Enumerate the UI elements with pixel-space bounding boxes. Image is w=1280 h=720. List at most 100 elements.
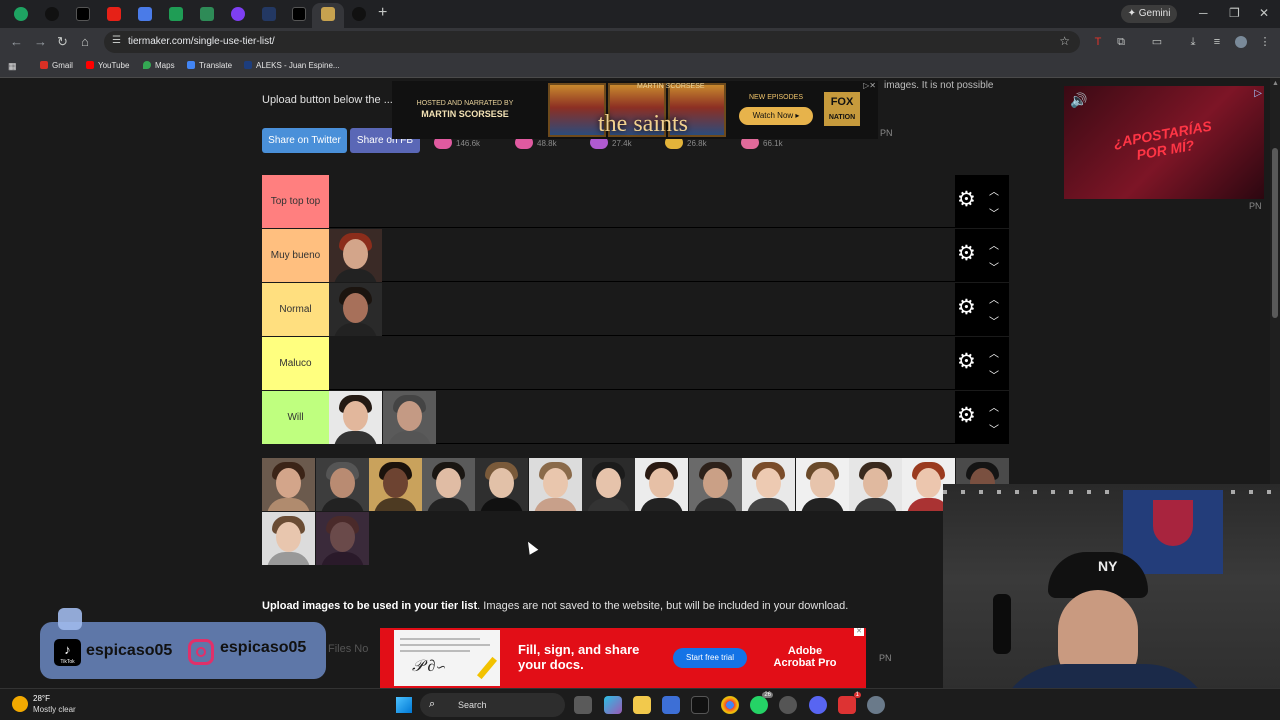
bookmark-translate[interactable]: Translate — [187, 61, 232, 70]
character-thumbnail[interactable] — [796, 458, 849, 511]
reading-list-icon[interactable]: ≡ — [1211, 36, 1223, 48]
unranked-image-pool[interactable] — [262, 458, 1009, 566]
address-bar[interactable]: ☰ tiermaker.com/single-use-tier-list/ ☆ — [104, 31, 1080, 53]
character-thumbnail[interactable] — [316, 512, 369, 565]
bookmark-aleks[interactable]: ALEKS - Juan Espine... — [244, 61, 340, 70]
tier-label[interactable]: Muy bueno — [262, 229, 329, 282]
chevron-up-icon[interactable]: ︿ — [989, 345, 999, 360]
tier-items[interactable] — [329, 337, 955, 390]
chevron-up-icon[interactable]: ︿ — [989, 183, 999, 198]
copilot-icon[interactable] — [604, 696, 622, 714]
character-thumbnail[interactable] — [329, 283, 382, 336]
bookmark-gmail[interactable]: Gmail — [40, 61, 73, 70]
chevron-down-icon[interactable]: ﹀ — [989, 313, 999, 328]
gear-icon[interactable]: ⚙ — [957, 242, 976, 266]
windows-start-icon[interactable] — [396, 697, 412, 713]
ad-close-icon[interactable]: ✕ — [854, 628, 864, 636]
maximize-icon[interactable]: ❐ — [1229, 6, 1240, 20]
chevron-up-icon[interactable]: ︿ — [989, 237, 999, 252]
tab-icon[interactable] — [45, 7, 59, 21]
bookmark-maps[interactable]: Maps — [143, 61, 175, 70]
scrollbar-thumb[interactable] — [1272, 148, 1278, 318]
tier-label[interactable]: Maluco — [262, 337, 329, 390]
character-thumbnail[interactable] — [316, 458, 369, 511]
speaker-icon[interactable]: 🔊 — [1070, 92, 1087, 109]
tier-items[interactable] — [329, 391, 955, 444]
character-thumbnail[interactable] — [742, 458, 795, 511]
character-thumbnail[interactable] — [383, 391, 436, 444]
character-thumbnail[interactable] — [849, 458, 902, 511]
ad-banner-acrobat[interactable]: 𝒫 ∂∽ Fill, sign, and share your docs. St… — [380, 628, 866, 688]
tab-docs-icon[interactable] — [138, 7, 152, 21]
chevron-up-icon[interactable]: ︿ — [989, 399, 999, 414]
profile-avatar-icon[interactable] — [1235, 36, 1247, 48]
tab-aleks-icon[interactable] — [262, 7, 276, 21]
menu-kebab-icon[interactable]: ⋮ — [1259, 36, 1271, 48]
gear-icon[interactable]: ⚙ — [957, 188, 976, 212]
discord-icon[interactable] — [809, 696, 827, 714]
extensions-puzzle-icon[interactable]: ⧉ — [1115, 36, 1127, 48]
chrome-icon[interactable] — [721, 696, 739, 714]
chevron-down-icon[interactable]: ﹀ — [989, 367, 999, 382]
site-info-icon[interactable]: ☰ — [112, 35, 121, 46]
gear-icon[interactable]: ⚙ — [957, 350, 976, 374]
file-explorer-icon[interactable] — [633, 696, 651, 714]
gemini-button[interactable]: ✦ Gemini — [1121, 5, 1177, 23]
chevron-up-icon[interactable]: ︿ — [989, 291, 999, 306]
download-icon[interactable]: ⤓ — [1187, 36, 1199, 48]
tab-whatsapp-icon[interactable] — [14, 7, 28, 21]
bookmark-youtube[interactable]: YouTube — [86, 61, 129, 70]
app-icon[interactable]: 1 — [838, 692, 861, 714]
bookmark-star-icon[interactable]: ☆ — [1059, 34, 1070, 48]
extension-tp-icon[interactable]: T — [1092, 36, 1104, 48]
character-thumbnail[interactable] — [422, 458, 475, 511]
gear-icon[interactable]: ⚙ — [957, 404, 976, 428]
tier-label[interactable]: Top top top — [262, 175, 329, 228]
character-thumbnail[interactable] — [369, 458, 422, 511]
character-thumbnail[interactable] — [329, 391, 382, 444]
settings-icon[interactable] — [867, 696, 885, 714]
character-thumbnail[interactable] — [635, 458, 688, 511]
character-thumbnail[interactable] — [329, 229, 382, 282]
ad-close-icon[interactable]: ▷✕ — [863, 81, 876, 90]
home-icon[interactable]: ⌂ — [81, 34, 89, 49]
new-tab-plus-icon[interactable]: + — [378, 4, 394, 22]
scroll-up-icon[interactable]: ▲ — [1272, 80, 1279, 87]
tab-tiktok-icon[interactable] — [76, 7, 90, 21]
character-thumbnail[interactable] — [262, 512, 315, 565]
tier-items[interactable] — [329, 283, 955, 336]
cast-icon[interactable]: ▭ — [1151, 36, 1163, 48]
character-thumbnail[interactable] — [582, 458, 635, 511]
character-thumbnail[interactable] — [529, 458, 582, 511]
tab-e-icon[interactable] — [200, 7, 214, 21]
minimize-icon[interactable]: ─ — [1199, 6, 1208, 20]
character-thumbnail[interactable] — [689, 458, 742, 511]
tab-tiermaker-active[interactable] — [312, 3, 344, 28]
tab-icon-last[interactable] — [352, 7, 366, 21]
ad-sidebar-apostarias[interactable]: 🔊 ¿APOSTARÍAS POR MÍ? ▷ — [1064, 86, 1264, 199]
tier-label[interactable]: Normal — [262, 283, 329, 336]
tab-tiktok-icon-2[interactable] — [292, 7, 306, 21]
chevron-down-icon[interactable]: ﹀ — [989, 205, 999, 220]
tiktok-app-icon[interactable] — [691, 696, 709, 714]
store-icon[interactable] — [662, 696, 680, 714]
adchoices-icon[interactable]: ▷ — [1254, 88, 1262, 99]
tab-sheets-icon[interactable] — [169, 7, 183, 21]
tab-youtube-icon[interactable] — [107, 7, 121, 21]
ad-watch-now-button[interactable]: Watch Now ▸ — [739, 107, 813, 125]
chevron-down-icon[interactable]: ﹀ — [989, 259, 999, 274]
whatsapp-icon[interactable]: 26 — [750, 692, 773, 714]
tab-twitch-icon[interactable] — [231, 7, 245, 21]
apps-grid-icon[interactable]: ▦ — [8, 61, 17, 72]
character-thumbnail[interactable] — [475, 458, 528, 511]
ad-banner-the-saints[interactable]: HOSTED AND NARRATED BY MARTIN SCORSESE MA… — [392, 81, 878, 139]
tier-items[interactable] — [329, 175, 955, 228]
start-free-trial-button[interactable]: Start free trial — [673, 648, 747, 668]
taskbar-search[interactable]: ⌕ Search — [420, 693, 565, 717]
tier-items[interactable] — [329, 229, 955, 282]
steam-icon[interactable] — [779, 696, 797, 714]
reload-icon[interactable]: ↻ — [57, 34, 68, 50]
chevron-down-icon[interactable]: ﹀ — [989, 421, 999, 436]
character-thumbnail[interactable] — [262, 458, 315, 511]
task-view-icon[interactable] — [574, 696, 592, 714]
